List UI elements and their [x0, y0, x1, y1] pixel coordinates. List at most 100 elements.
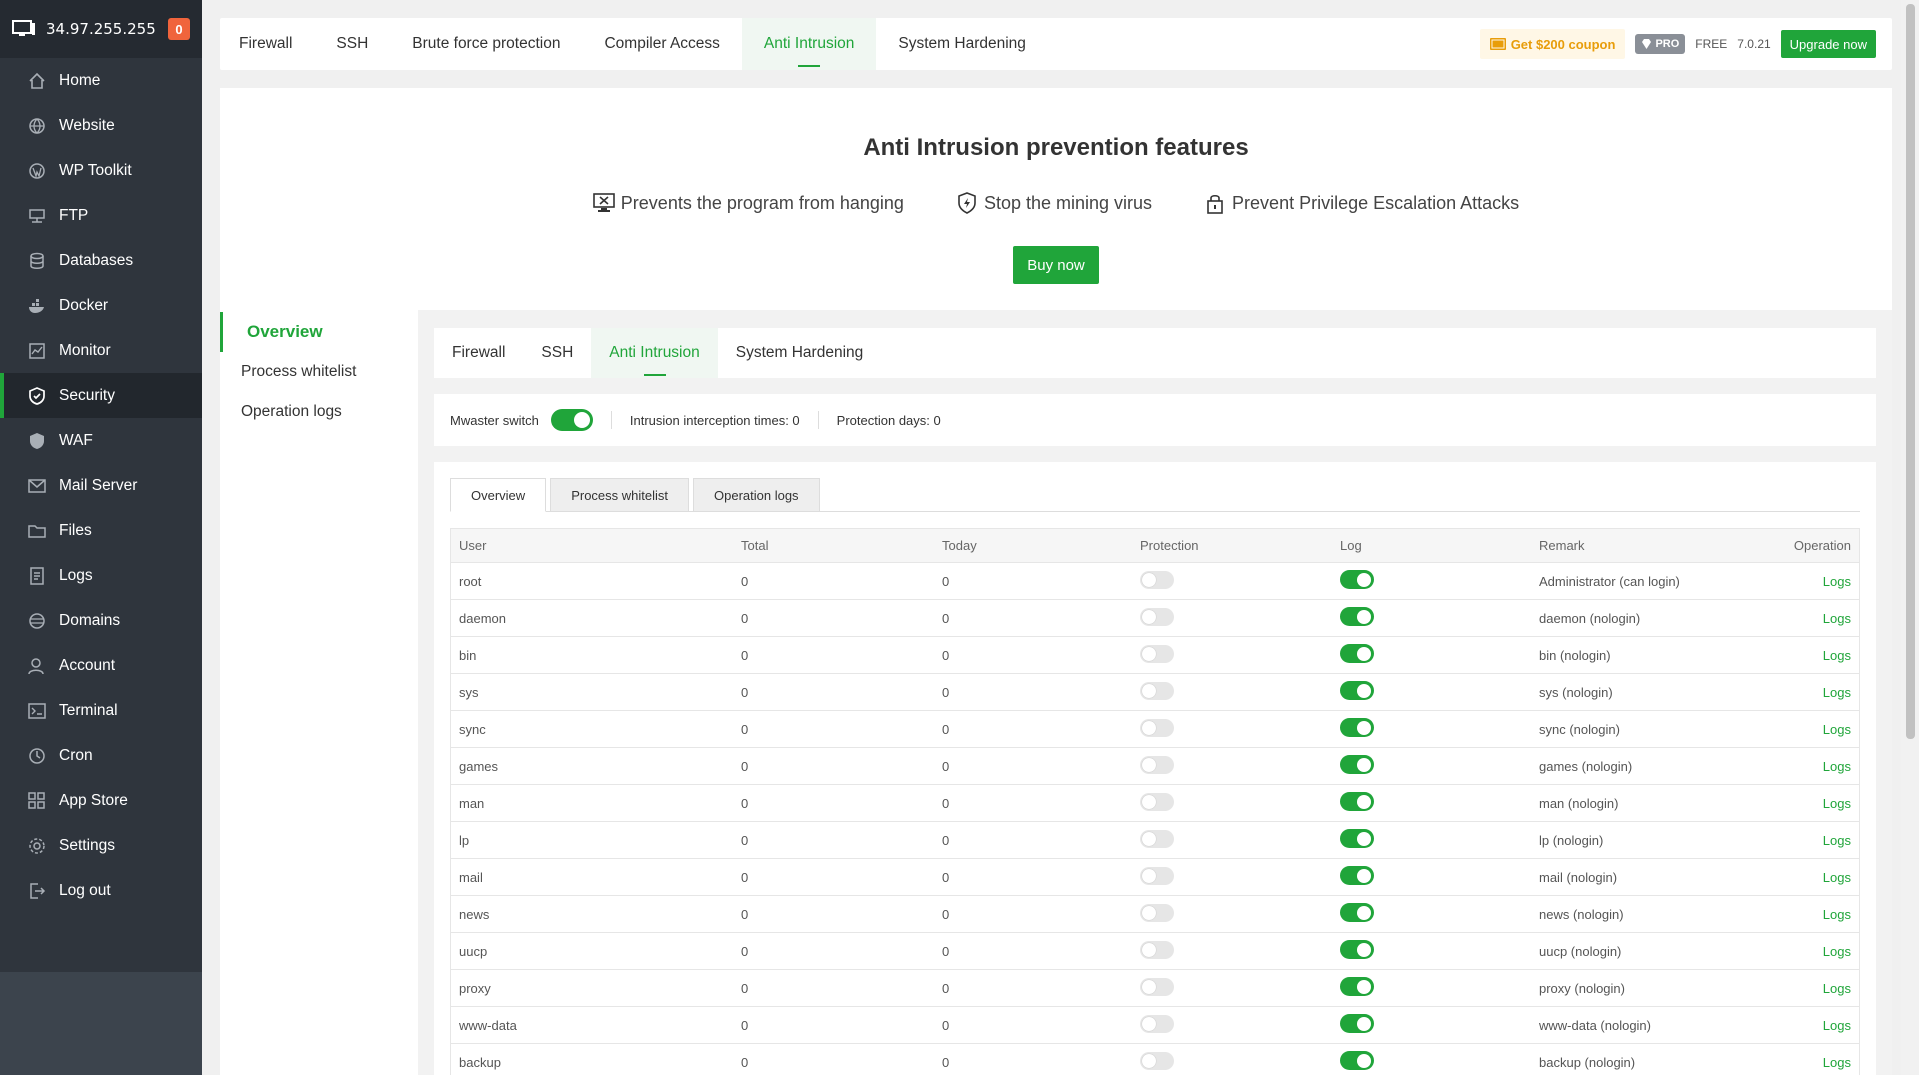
- cell-user: www-data: [459, 1017, 517, 1033]
- protection-toggle[interactable]: [1140, 1014, 1174, 1033]
- logs-link[interactable]: Logs: [1823, 981, 1851, 996]
- sidebar-item-website[interactable]: Website: [0, 103, 202, 148]
- sidebar-item-settings[interactable]: Settings: [0, 823, 202, 868]
- inner-tab-anti-intrusion[interactable]: Anti Intrusion: [591, 328, 718, 378]
- log-toggle[interactable]: [1340, 829, 1374, 848]
- protection-toggle[interactable]: [1140, 1051, 1174, 1070]
- logs-link[interactable]: Logs: [1823, 833, 1851, 848]
- log-toggle[interactable]: [1340, 1014, 1374, 1033]
- protection-toggle[interactable]: [1140, 681, 1174, 700]
- panel-tab-process-whitelist[interactable]: Process whitelist: [550, 478, 689, 512]
- sidebar-item-files[interactable]: Files: [0, 508, 202, 553]
- feature-label: Stop the mining virus: [983, 192, 1153, 213]
- upgrade-button[interactable]: Upgrade now: [1780, 30, 1876, 58]
- alert-badge[interactable]: 0: [168, 18, 190, 40]
- logs-link[interactable]: Logs: [1823, 907, 1851, 922]
- protection-toggle[interactable]: [1140, 644, 1174, 663]
- log-toggle[interactable]: [1340, 940, 1374, 959]
- log-toggle[interactable]: [1340, 977, 1374, 996]
- logs-link[interactable]: Logs: [1823, 759, 1851, 774]
- inner-tab-firewall[interactable]: Firewall: [434, 328, 523, 378]
- table-row: man 0 0 man (nologin) Logs: [451, 785, 1859, 822]
- logs-link[interactable]: Logs: [1823, 611, 1851, 626]
- sidebar-item-label: WP Toolkit: [59, 161, 132, 179]
- sidebar-item-databases[interactable]: Databases: [0, 238, 202, 283]
- shield-icon: [28, 386, 46, 405]
- sidebar-item-security[interactable]: Security: [0, 373, 202, 418]
- sidebar-item-label: FTP: [59, 206, 89, 224]
- log-toggle[interactable]: [1340, 903, 1374, 922]
- protection-toggle[interactable]: [1140, 866, 1174, 885]
- pro-label: PRO: [1655, 38, 1680, 50]
- server-ip[interactable]: 34.97.255.255: [46, 20, 168, 38]
- cell-total: 0: [741, 758, 749, 774]
- submenu-process-whitelist[interactable]: Process whitelist: [220, 352, 418, 392]
- cell-total: 0: [741, 869, 749, 885]
- log-toggle[interactable]: [1340, 792, 1374, 811]
- sidebar-item-label: Logs: [59, 566, 93, 584]
- sidebar-item-label: WAF: [59, 431, 93, 449]
- protection-toggle[interactable]: [1140, 570, 1174, 589]
- tab-brute-force-protection[interactable]: Brute force protection: [390, 18, 582, 70]
- cell-total: 0: [741, 832, 749, 848]
- master-switch-toggle[interactable]: [550, 409, 593, 431]
- sidebar-item-home[interactable]: Home: [0, 58, 202, 103]
- log-toggle[interactable]: [1340, 644, 1374, 663]
- tab-anti-intrusion[interactable]: Anti Intrusion: [741, 18, 877, 70]
- protection-toggle[interactable]: [1140, 977, 1174, 996]
- log-toggle[interactable]: [1340, 607, 1374, 626]
- pro-badge[interactable]: PRO: [1635, 34, 1686, 54]
- logs-link[interactable]: Logs: [1823, 870, 1851, 885]
- logs-link[interactable]: Logs: [1823, 944, 1851, 959]
- scrollbar-thumb[interactable]: [1906, 4, 1915, 739]
- sidebar-item-mail-server[interactable]: Mail Server: [0, 463, 202, 508]
- sidebar-item-terminal[interactable]: Terminal: [0, 688, 202, 733]
- sidebar-item-monitor[interactable]: Monitor: [0, 328, 202, 373]
- submenu-operation-logs[interactable]: Operation logs: [220, 392, 418, 432]
- protection-toggle[interactable]: [1140, 718, 1174, 737]
- logs-link[interactable]: Logs: [1823, 648, 1851, 663]
- inner-tab-system-hardening[interactable]: System Hardening: [718, 328, 882, 378]
- sidebar-item-ftp[interactable]: FTP: [0, 193, 202, 238]
- log-toggle[interactable]: [1340, 570, 1374, 589]
- panel-tab-operation-logs[interactable]: Operation logs: [693, 478, 820, 512]
- cell-total: 0: [741, 906, 749, 922]
- sidebar-item-domains[interactable]: Domains: [0, 598, 202, 643]
- panel-tab-overview[interactable]: Overview: [450, 478, 547, 512]
- log-toggle[interactable]: [1340, 866, 1374, 885]
- inner-tab-ssh[interactable]: SSH: [523, 328, 591, 378]
- tab-compiler-access[interactable]: Compiler Access: [582, 18, 741, 70]
- sidebar-item-app-store[interactable]: App Store: [0, 778, 202, 823]
- sidebar-item-log-out[interactable]: Log out: [0, 868, 202, 913]
- buy-now-button[interactable]: Buy now: [1013, 246, 1099, 284]
- log-toggle[interactable]: [1340, 681, 1374, 700]
- logs-link[interactable]: Logs: [1823, 1055, 1851, 1070]
- submenu-overview[interactable]: Overview: [220, 312, 418, 352]
- logs-link[interactable]: Logs: [1823, 685, 1851, 700]
- sidebar-item-account[interactable]: Account: [0, 643, 202, 688]
- protection-toggle[interactable]: [1140, 755, 1174, 774]
- sidebar-item-waf[interactable]: WAF: [0, 418, 202, 463]
- sidebar-item-docker[interactable]: Docker: [0, 283, 202, 328]
- log-toggle[interactable]: [1340, 1051, 1374, 1070]
- sidebar-item-logs[interactable]: Logs: [0, 553, 202, 598]
- tab-ssh[interactable]: SSH: [314, 18, 390, 70]
- logs-link[interactable]: Logs: [1823, 722, 1851, 737]
- tab-system-hardening[interactable]: System Hardening: [876, 18, 1048, 70]
- protection-toggle[interactable]: [1140, 903, 1174, 922]
- table-row: news 0 0 news (nologin) Logs: [451, 896, 1859, 933]
- log-toggle[interactable]: [1340, 755, 1374, 774]
- page-scrollbar[interactable]: [1901, 0, 1919, 1075]
- tab-firewall[interactable]: Firewall: [220, 18, 314, 70]
- sidebar-item-wp-toolkit[interactable]: WP Toolkit: [0, 148, 202, 193]
- protection-toggle[interactable]: [1140, 829, 1174, 848]
- coupon-button[interactable]: Get $200 coupon: [1479, 29, 1626, 59]
- logs-link[interactable]: Logs: [1823, 796, 1851, 811]
- sidebar-item-cron[interactable]: Cron: [0, 733, 202, 778]
- protection-toggle[interactable]: [1140, 792, 1174, 811]
- logs-link[interactable]: Logs: [1823, 574, 1851, 589]
- log-toggle[interactable]: [1340, 718, 1374, 737]
- logs-link[interactable]: Logs: [1823, 1018, 1851, 1033]
- protection-toggle[interactable]: [1140, 607, 1174, 626]
- protection-toggle[interactable]: [1140, 940, 1174, 959]
